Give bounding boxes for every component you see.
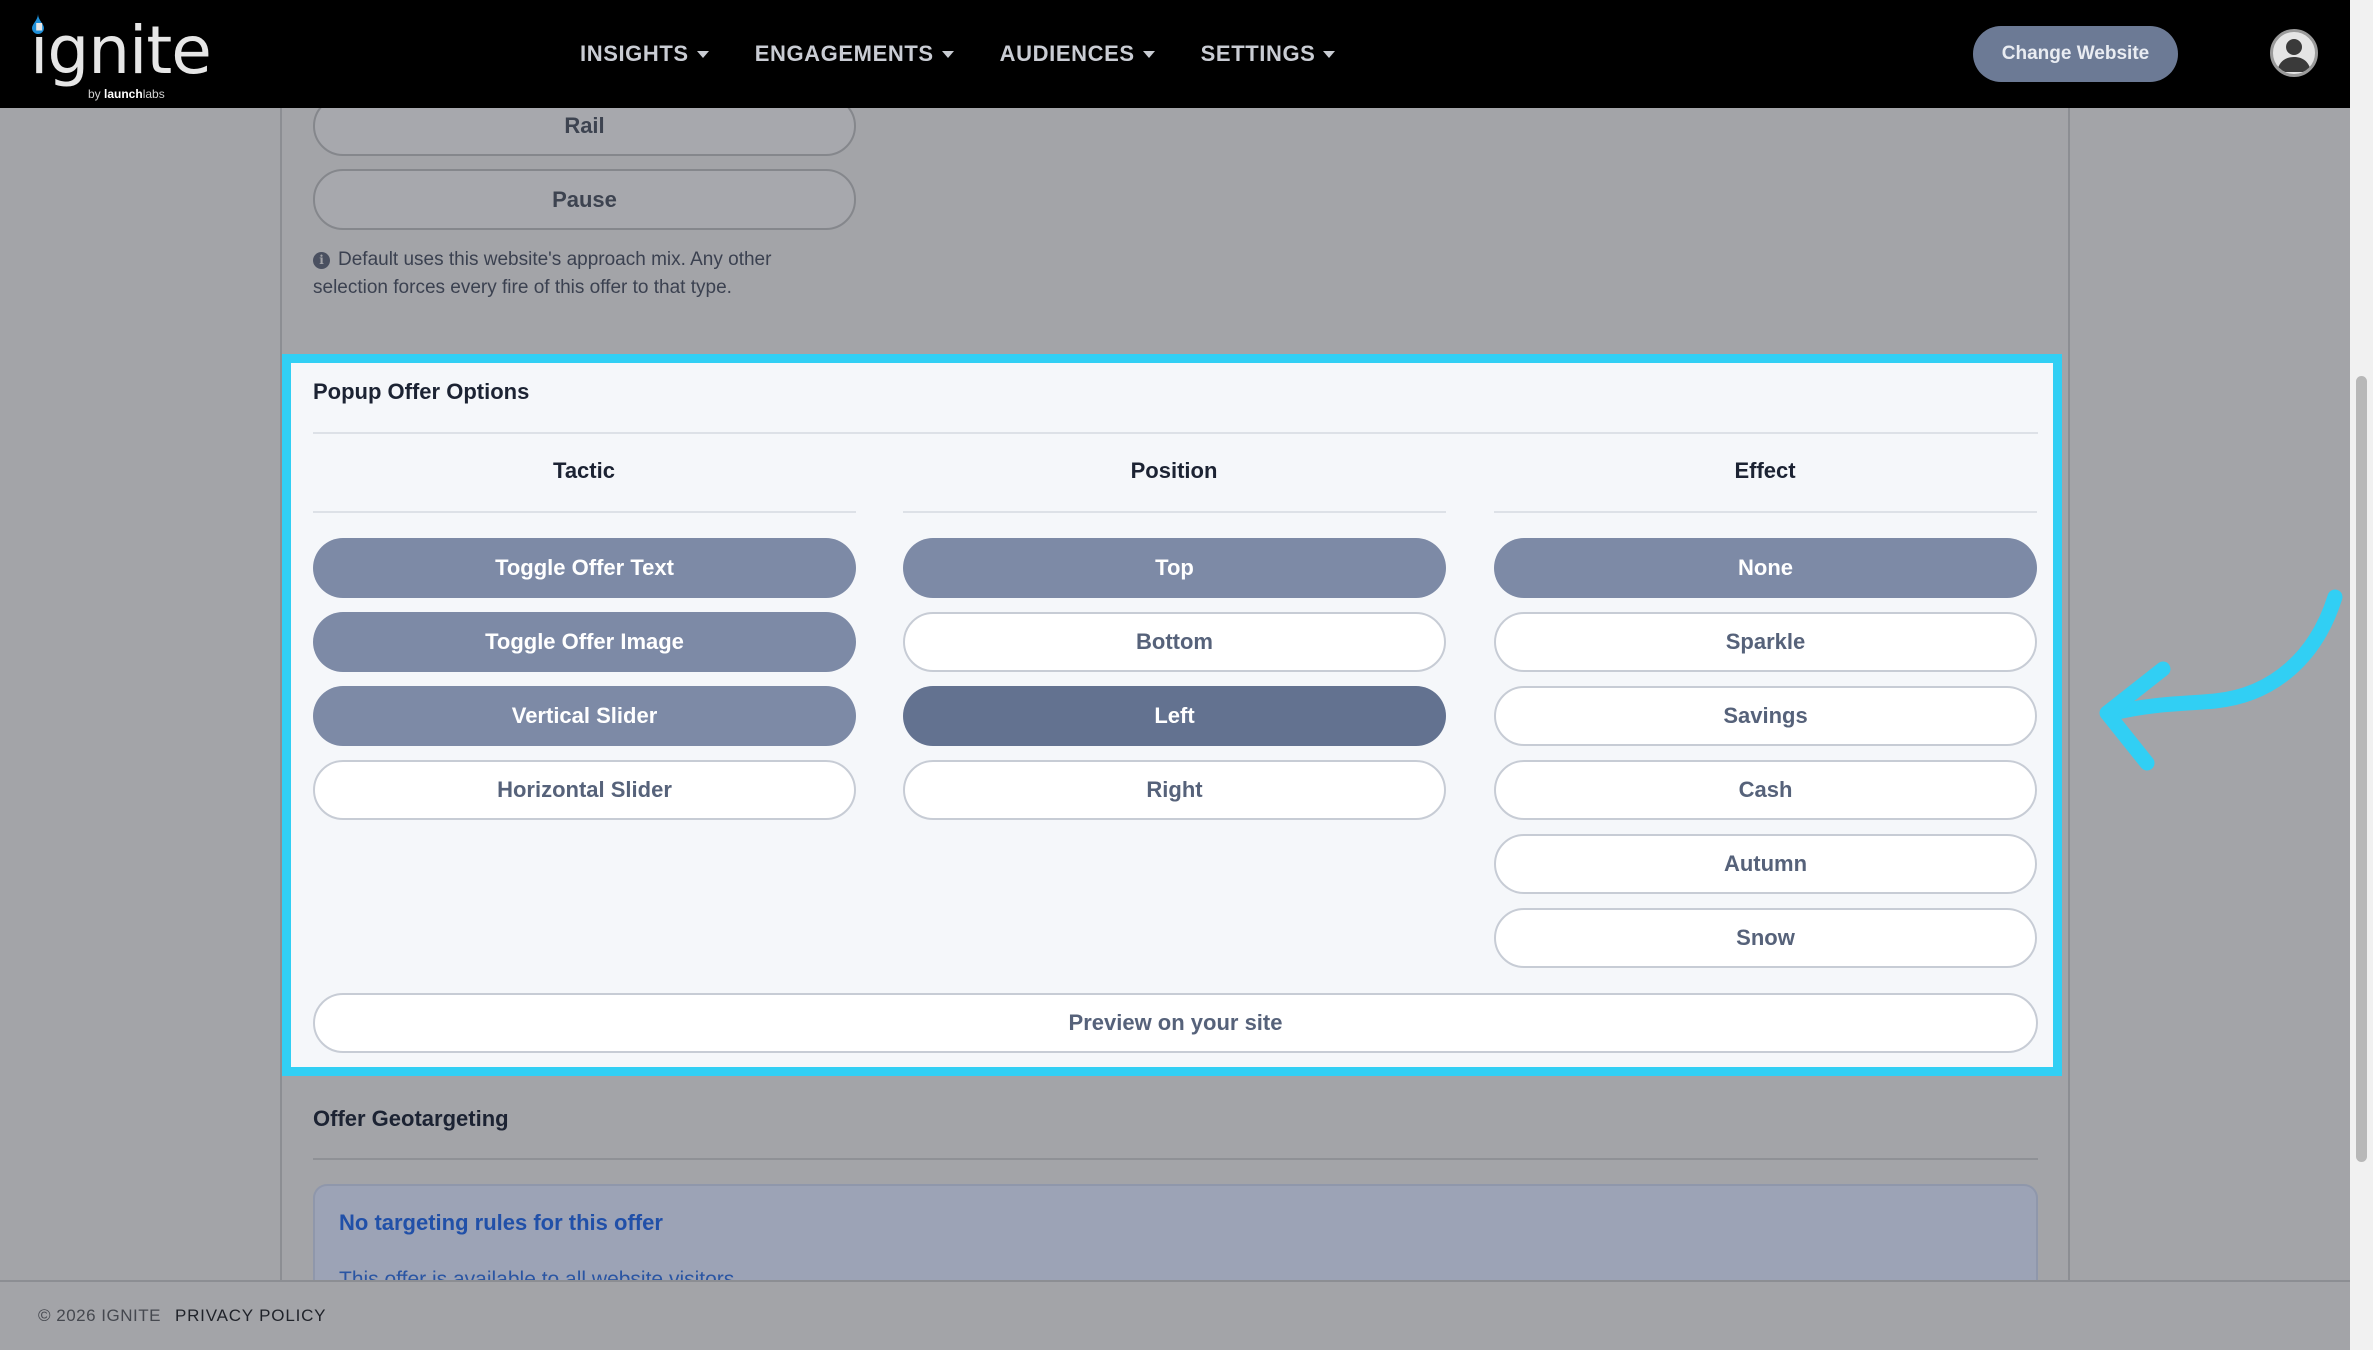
nav-audiences[interactable]: AUDIENCES: [1000, 41, 1155, 67]
top-navbar: ignite by launchlabs INSIGHTS ENGAGEMENT…: [0, 0, 2350, 108]
position-left[interactable]: Left: [903, 686, 1446, 746]
caret-down-icon: [1323, 50, 1336, 58]
position-top[interactable]: Top: [903, 538, 1446, 598]
popup-options-title: Popup Offer Options: [313, 379, 530, 404]
effect-sparkle[interactable]: Sparkle: [1494, 612, 2037, 672]
effect-cash[interactable]: Cash: [1494, 760, 2037, 820]
effect-savings[interactable]: Savings: [1494, 686, 2037, 746]
tactic-toggle-offer-image[interactable]: Toggle Offer Image: [313, 612, 856, 672]
tactic-horizontal-slider[interactable]: Horizontal Slider: [313, 760, 856, 820]
position-header: Position: [1130, 458, 1218, 483]
nav-audiences-label: AUDIENCES: [999, 41, 1135, 66]
card-title-divider: [313, 432, 2038, 434]
tactic-divider: [313, 511, 856, 513]
logo-wordmark: ignite: [30, 12, 212, 89]
page-scrollbar-thumb[interactable]: [2356, 376, 2367, 1162]
approach-info-text: Default uses this website's approach mix…: [313, 249, 772, 298]
nav-insights[interactable]: INSIGHTS: [580, 41, 709, 67]
position-bottom[interactable]: Bottom: [903, 612, 1446, 672]
caret-down-icon: [1142, 50, 1155, 58]
footer-copyright: © 2026 IGNITE: [38, 1306, 161, 1325]
change-website-button[interactable]: Change Website: [1973, 26, 2178, 82]
caret-down-icon: [696, 50, 709, 58]
ignite-logo[interactable]: ignite by launchlabs: [30, 12, 212, 100]
approach-info-note: i Default uses this website's approach mi…: [313, 246, 833, 302]
nav-settings-label: SETTINGS: [1200, 41, 1316, 66]
geotargeting-title: Offer Geotargeting: [313, 1106, 509, 1131]
position-right[interactable]: Right: [903, 760, 1446, 820]
nav-engagements-label: ENGAGEMENTS: [754, 41, 934, 66]
tactic-header: Tactic: [553, 458, 615, 483]
caret-down-icon: [941, 50, 954, 58]
alert-title: No targeting rules for this offer: [339, 1210, 663, 1235]
user-silhouette: [2277, 39, 2311, 72]
nav-engagements[interactable]: ENGAGEMENTS: [755, 41, 954, 67]
effect-header: Effect: [1734, 458, 1796, 483]
nav-insights-label: INSIGHTS: [580, 41, 689, 66]
alert-text: This offer is available to all website v…: [339, 1268, 741, 1280]
tactic-vertical-slider[interactable]: Vertical Slider: [313, 686, 856, 746]
user-avatar-icon[interactable]: [2270, 29, 2318, 77]
effect-snow[interactable]: Snow: [1494, 908, 2037, 968]
nav-settings[interactable]: SETTINGS: [1201, 41, 1336, 67]
tactic-toggle-offer-text[interactable]: Toggle Offer Text: [313, 538, 856, 598]
no-targeting-alert: No targeting rules for this offer This o…: [313, 1184, 2038, 1280]
logo-byline: by launchlabs: [88, 87, 165, 101]
geotargeting-divider: [313, 1158, 2038, 1160]
privacy-policy-link[interactable]: PRIVACY POLICY: [175, 1306, 326, 1326]
effect-autumn[interactable]: Autumn: [1494, 834, 2037, 894]
effect-none[interactable]: None: [1494, 538, 2037, 598]
effect-divider: [1494, 511, 2037, 513]
position-divider: [903, 511, 1446, 513]
main-nav: INSIGHTS ENGAGEMENTS AUDIENCES SETTINGS: [580, 34, 1336, 74]
preview-on-site-button[interactable]: Preview on your site: [313, 993, 2038, 1053]
page-footer: © 2026 IGNITE PRIVACY POLICY: [0, 1280, 2350, 1350]
approach-option-pause[interactable]: Pause: [313, 169, 856, 230]
curved-arrow-icon: [2099, 589, 2343, 771]
info-icon: i: [313, 252, 330, 269]
